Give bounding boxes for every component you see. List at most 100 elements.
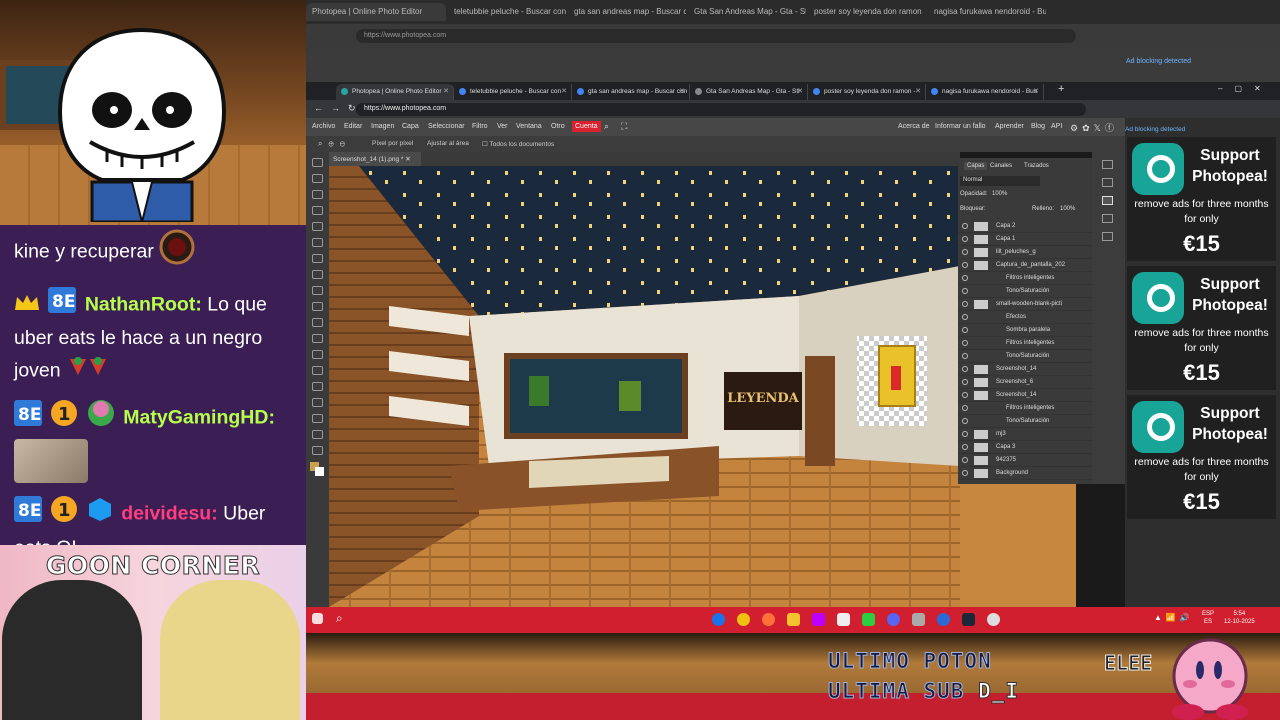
search-icon[interactable]: ⌕ — [336, 611, 349, 625]
visibility-eye-icon[interactable] — [962, 431, 968, 437]
outer-tab[interactable]: Photopea | Online Photo Editor — [306, 3, 446, 21]
steam-icon[interactable] — [962, 613, 975, 626]
blur-tool-icon[interactable] — [312, 334, 323, 343]
layer-row[interactable]: lilt_peluches_g — [958, 246, 1092, 259]
link-acerca[interactable]: Acerca de — [898, 123, 930, 130]
link-api[interactable]: API — [1051, 123, 1062, 130]
eraser-tool-icon[interactable] — [312, 302, 323, 311]
app-icon[interactable] — [937, 613, 950, 626]
close-icon[interactable]: ✕ — [1033, 87, 1039, 95]
social-icons[interactable]: ⚙✿𝕏ⓕ — [1070, 121, 1118, 134]
eyedropper-tool-icon[interactable] — [312, 238, 323, 247]
outer-tab[interactable]: Gta San Andreas Map - Gta - Sti — [688, 3, 806, 21]
layer-row[interactable]: Filtros inteligentes — [958, 337, 1092, 350]
chat-username[interactable]: deividesu: — [121, 502, 217, 524]
dodge-tool-icon[interactable] — [312, 350, 323, 359]
opacity-input[interactable]: 100% — [992, 191, 1007, 197]
chrome-icon[interactable] — [737, 613, 750, 626]
outer-tab[interactable]: teletubbie peluche - Buscar con — [448, 3, 566, 21]
crop-tool-icon[interactable] — [312, 222, 323, 231]
visibility-eye-icon[interactable] — [962, 379, 968, 385]
fill-input[interactable]: 100% — [1060, 206, 1075, 212]
tab-gta-map[interactable]: Gta San Andreas Map - Gta - Sti ✕ — [690, 84, 808, 100]
visibility-eye-icon[interactable] — [962, 470, 968, 476]
menu-archivo[interactable]: Archivo — [312, 123, 335, 130]
tab-nagisa[interactable]: nagisa furukawa nendoroid - Bus ✕ — [926, 84, 1044, 100]
fit-area-button[interactable]: Ajustar al área — [427, 140, 469, 147]
visibility-eye-icon[interactable] — [962, 301, 968, 307]
visibility-eye-icon[interactable] — [962, 249, 968, 255]
move-tool-icon[interactable] — [312, 158, 323, 167]
link-blog[interactable]: Blog — [1031, 123, 1045, 130]
visibility-eye-icon[interactable] — [962, 236, 968, 242]
menu-imagen[interactable]: Imagen — [371, 123, 394, 130]
menu-seleccionar[interactable]: Seleccionar — [428, 123, 465, 130]
document-canvas[interactable]: LEYENDA — [329, 166, 960, 607]
pen-tool-icon[interactable] — [312, 382, 323, 391]
type-tool-icon[interactable] — [312, 366, 323, 375]
tab-poster[interactable]: poster soy leyenda don ramon - ✕ — [808, 84, 926, 100]
layer-row[interactable]: Sombra paralela — [958, 324, 1092, 337]
heal-tool-icon[interactable] — [312, 254, 323, 263]
brush-tool-icon[interactable] — [312, 270, 323, 279]
outer-tab[interactable]: nagisa furukawa nendoroid - Bu — [928, 3, 1046, 21]
visibility-eye-icon[interactable] — [962, 340, 968, 346]
layer-row[interactable]: Efectos — [958, 311, 1092, 324]
clock[interactable]: 5:54 12-10-2025 — [1224, 611, 1255, 627]
history-icon[interactable] — [1102, 160, 1113, 169]
layer-row[interactable]: Screenshot_6 — [958, 376, 1092, 389]
discord-icon[interactable] — [887, 613, 900, 626]
close-icon[interactable]: ✕ — [443, 87, 449, 95]
zoom-tool-icons[interactable]: ⌕⊕⊖ — [318, 139, 351, 149]
menu-editar[interactable]: Editar — [344, 123, 362, 130]
hand-tool-icon[interactable] — [312, 430, 323, 439]
visibility-eye-icon[interactable] — [962, 327, 968, 333]
visibility-eye-icon[interactable] — [962, 275, 968, 281]
close-icon[interactable]: ✕ — [405, 156, 410, 163]
app-icon[interactable] — [912, 613, 925, 626]
layer-row[interactable]: mj3 — [958, 428, 1092, 441]
outer-url-field[interactable]: https://www.photopea.com — [356, 29, 1076, 43]
layer-row[interactable]: Capa 1 — [958, 233, 1092, 246]
visibility-eye-icon[interactable] — [962, 288, 968, 294]
new-tab-button[interactable]: + — [1058, 83, 1064, 95]
close-icon[interactable]: ✕ — [679, 87, 685, 95]
close-icon[interactable]: ✕ — [915, 87, 921, 95]
pixel-by-pixel-button[interactable]: Píxel por píxel — [372, 140, 413, 147]
stamp-tool-icon[interactable] — [312, 286, 323, 295]
zoom-tool-icon[interactable] — [312, 446, 323, 455]
background-color-swatch[interactable] — [315, 467, 324, 476]
chat-username[interactable]: NathanRoot: — [85, 293, 202, 315]
visibility-eye-icon[interactable] — [962, 444, 968, 450]
document-tab[interactable]: Screenshot_14 (1).png * ✕ — [329, 152, 421, 166]
tab-canales[interactable]: Canales — [990, 163, 1012, 169]
menu-otro[interactable]: Otro — [551, 123, 565, 130]
close-icon[interactable]: ✕ — [561, 87, 567, 95]
menu-ver[interactable]: Ver — [497, 123, 508, 130]
support-ad[interactable]: Support Photopea! remove ads for three m… — [1127, 137, 1276, 261]
window-controls[interactable]: –▢✕ — [1218, 84, 1273, 93]
tab-trazados[interactable]: Trazados — [1024, 163, 1049, 169]
layer-row[interactable]: Tono/Saturación — [958, 415, 1092, 428]
lasso-tool-icon[interactable] — [312, 190, 323, 199]
layer-row[interactable]: Filtros inteligentes — [958, 272, 1092, 285]
layer-row[interactable]: Tono/Saturación — [958, 350, 1092, 363]
fill-tool-icon[interactable] — [312, 318, 323, 327]
start-button-icon[interactable] — [312, 613, 323, 624]
tray-icons[interactable]: ▲📶🔊 — [1154, 613, 1194, 622]
layer-row[interactable]: small-wooden-blank-picti — [958, 298, 1092, 311]
outer-tab[interactable]: poster soy leyenda don ramon — [808, 3, 926, 21]
support-ad[interactable]: Support Photopea! remove ads for three m… — [1127, 395, 1276, 519]
fullscreen-icon[interactable]: ⛶ — [621, 121, 627, 132]
layers-icon[interactable] — [1102, 196, 1113, 205]
visibility-eye-icon[interactable] — [962, 223, 968, 229]
layer-row[interactable]: 942375 — [958, 454, 1092, 467]
language-indicator[interactable]: ESP ES — [1202, 611, 1214, 627]
app-icon[interactable] — [837, 613, 850, 626]
tab-teletubbie[interactable]: teletubbie peluche - Buscar con ✕ — [454, 84, 572, 100]
firefox-icon[interactable] — [762, 613, 775, 626]
paths-icon[interactable] — [1102, 232, 1113, 241]
account-button[interactable]: Cuenta — [572, 121, 601, 132]
link-aprender[interactable]: Aprender — [995, 123, 1024, 130]
shape-tool-icon[interactable] — [312, 414, 323, 423]
